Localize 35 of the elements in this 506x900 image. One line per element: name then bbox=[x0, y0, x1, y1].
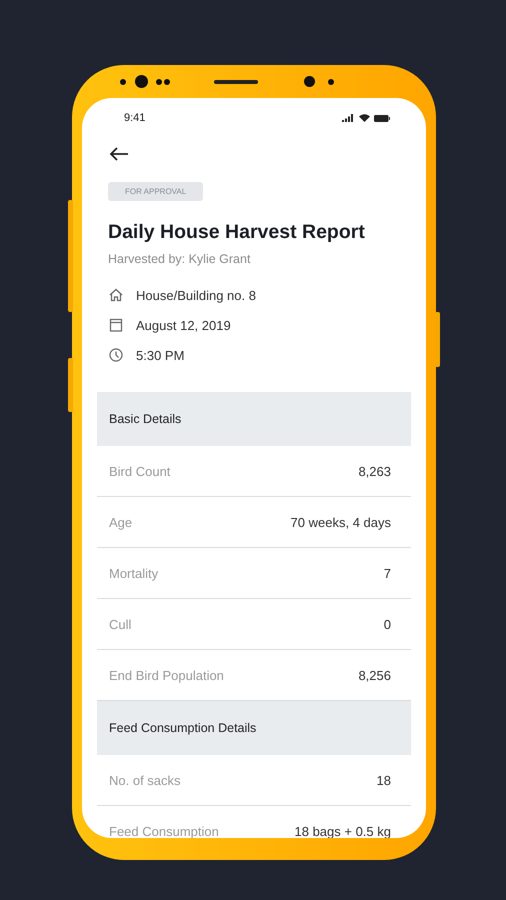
field-label: Age bbox=[109, 514, 132, 530]
camera-icon bbox=[135, 75, 148, 88]
field-value: 18 bbox=[376, 772, 391, 788]
field-value: 7 bbox=[384, 566, 391, 580]
signal-icon bbox=[342, 114, 355, 122]
info-text: August 12, 2019 bbox=[136, 318, 231, 332]
back-button[interactable] bbox=[108, 146, 130, 162]
status-time: 9:41 bbox=[124, 112, 146, 124]
camera-icon bbox=[304, 76, 315, 87]
field-label: Feed Consumption bbox=[109, 824, 219, 838]
field-label: Mortality bbox=[109, 566, 158, 580]
field-label: End Bird Population bbox=[109, 668, 224, 682]
field-value: 0 bbox=[384, 616, 391, 632]
field-value: 8,256 bbox=[358, 668, 391, 682]
battery-icon bbox=[374, 114, 390, 122]
field-value: 18 bags + 0.5 kg bbox=[294, 824, 391, 838]
speaker-grille bbox=[214, 80, 258, 84]
status-badge: FOR APPROVAL bbox=[108, 182, 204, 201]
field-label: No. of sacks bbox=[109, 772, 181, 788]
clock-icon bbox=[108, 347, 124, 363]
section-header: Basic Details bbox=[97, 392, 411, 446]
field-value: 70 weeks, 4 days bbox=[290, 514, 391, 530]
calendar-icon bbox=[108, 317, 124, 333]
sensor-icon bbox=[120, 78, 126, 84]
house-icon bbox=[108, 287, 124, 303]
sensor-icon bbox=[328, 78, 334, 84]
harvester-name: Harvested by: Kylie Grant bbox=[108, 252, 252, 266]
wifi-icon bbox=[359, 114, 370, 122]
info-text: House/Building no. 8 bbox=[136, 288, 256, 302]
section-header: Feed Consumption Details bbox=[97, 701, 411, 755]
report-title: Daily House Harvest Report bbox=[108, 221, 366, 244]
field-label: Cull bbox=[109, 616, 132, 632]
info-text: 5:30 PM bbox=[136, 348, 184, 362]
field-label: Bird Count bbox=[109, 464, 170, 478]
field-value: 8,263 bbox=[358, 464, 391, 478]
